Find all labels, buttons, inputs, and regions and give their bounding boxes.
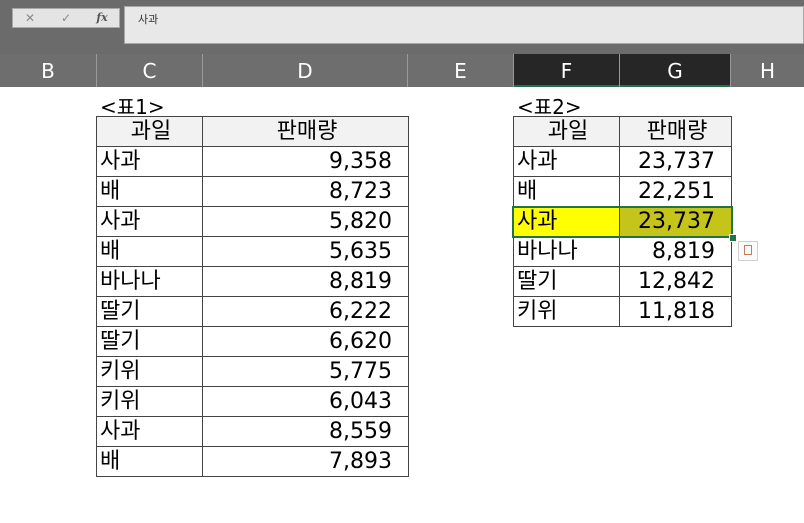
fruit-cell[interactable]: 딸기 [96, 296, 203, 327]
paste-options-icon[interactable] [738, 241, 758, 261]
sales-cell[interactable]: 5,775 [202, 356, 409, 387]
table-row: 배 5,635 [96, 236, 409, 267]
sales-cell[interactable]: 9,358 [202, 146, 409, 177]
table-row: 키위 11,818 [513, 296, 732, 327]
sales-cell[interactable]: 8,819 [202, 266, 409, 297]
sales-cell[interactable]: 8,723 [202, 176, 409, 207]
table-row: 사과 23,737 [513, 206, 732, 237]
table-row: 사과 9,358 [96, 146, 409, 177]
table-row: 키위 5,775 [96, 356, 409, 387]
table-row: 사과 8,559 [96, 416, 409, 447]
cancel-icon[interactable]: ✕ [17, 9, 43, 27]
formula-input[interactable]: 사과 [124, 6, 804, 44]
fruit-cell[interactable]: 사과 [96, 416, 203, 447]
table-row: 배 22,251 [513, 176, 732, 207]
table-row: 딸기 12,842 [513, 266, 732, 297]
column-header-g[interactable]: G [620, 54, 731, 87]
table2-header-fruit[interactable]: 과일 [513, 116, 620, 147]
table2: 과일 판매량 사과 23,737 배 22,251 사과 23,737 바나나 8,819 딸기… [513, 116, 732, 327]
formula-buttons: ✕ ✓ fx [12, 8, 120, 28]
table2-header-sales[interactable]: 판매량 [619, 116, 732, 147]
formula-content: 사과 [138, 13, 159, 26]
insert-function-icon[interactable]: fx [89, 9, 115, 27]
sales-cell[interactable]: 6,222 [202, 296, 409, 327]
table-row: 배 7,893 [96, 446, 409, 477]
column-header-d[interactable]: D [203, 54, 408, 87]
sales-cell[interactable]: 23,737 [619, 206, 732, 237]
column-header-f[interactable]: F [514, 54, 620, 87]
sales-cell[interactable]: 8,819 [619, 236, 732, 267]
sales-cell[interactable]: 5,635 [202, 236, 409, 267]
table-row: 딸기 6,222 [96, 296, 409, 327]
table-row: 바나나 8,819 [96, 266, 409, 297]
sales-cell[interactable]: 8,559 [202, 416, 409, 447]
fill-handle[interactable] [729, 234, 737, 242]
fruit-cell[interactable]: 키위 [513, 296, 620, 327]
column-header-b[interactable]: B [0, 54, 97, 87]
sales-cell[interactable]: 23,737 [619, 146, 732, 177]
table1-header-sales[interactable]: 판매량 [202, 116, 409, 147]
sales-cell[interactable]: 12,842 [619, 266, 732, 297]
fruit-cell[interactable]: 사과 [513, 206, 620, 237]
fruit-cell[interactable]: 바나나 [96, 266, 203, 297]
table1-header-row: 과일 판매량 [96, 116, 409, 147]
sales-cell[interactable]: 6,043 [202, 386, 409, 417]
fruit-cell[interactable]: 사과 [96, 146, 203, 177]
table1-header-fruit[interactable]: 과일 [96, 116, 203, 147]
table-row: 사과 23,737 [513, 146, 732, 177]
column-header-c[interactable]: C [97, 54, 203, 87]
table-row: 사과 5,820 [96, 206, 409, 237]
fruit-cell[interactable]: 딸기 [96, 326, 203, 357]
sales-cell[interactable]: 7,893 [202, 446, 409, 477]
sales-cell[interactable]: 5,820 [202, 206, 409, 237]
fruit-cell[interactable]: 배 [513, 176, 620, 207]
formula-bar: ✕ ✓ fx 사과 [0, 0, 804, 54]
sales-cell[interactable]: 22,251 [619, 176, 732, 207]
sales-cell[interactable]: 11,818 [619, 296, 732, 327]
column-header-bar: B C D E F G H [0, 54, 804, 87]
fruit-cell[interactable]: 배 [96, 176, 203, 207]
fruit-cell[interactable]: 바나나 [513, 236, 620, 267]
table-row: 바나나 8,819 [513, 236, 732, 267]
fruit-cell[interactable]: 배 [96, 236, 203, 267]
fruit-cell[interactable]: 배 [96, 446, 203, 477]
enter-icon[interactable]: ✓ [53, 9, 79, 27]
fruit-cell[interactable]: 사과 [513, 146, 620, 177]
table2-header-row: 과일 판매량 [513, 116, 732, 147]
sales-cell[interactable]: 6,620 [202, 326, 409, 357]
column-header-h[interactable]: H [731, 54, 804, 87]
fruit-cell[interactable]: 사과 [96, 206, 203, 237]
fruit-cell[interactable]: 키위 [96, 356, 203, 387]
table-row: 키위 6,043 [96, 386, 409, 417]
column-header-e[interactable]: E [408, 54, 514, 87]
table1: 과일 판매량 사과 9,358 배 8,723 사과 5,820 배 5,635 바나나 8,81… [96, 116, 409, 477]
fruit-cell[interactable]: 딸기 [513, 266, 620, 297]
table-row: 배 8,723 [96, 176, 409, 207]
fruit-cell[interactable]: 키위 [96, 386, 203, 417]
table-row: 딸기 6,620 [96, 326, 409, 357]
